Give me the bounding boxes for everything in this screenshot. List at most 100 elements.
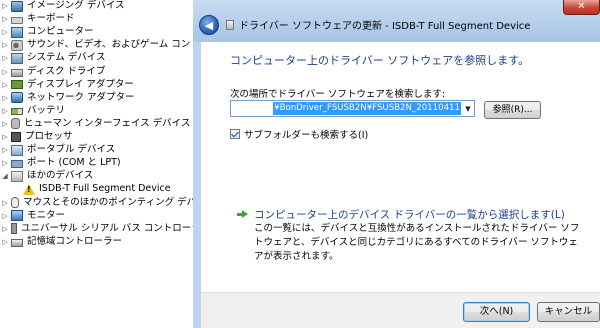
expand-toggle-icon[interactable]: ▷ xyxy=(1,12,9,26)
other-devices-icon xyxy=(11,170,23,182)
tree-item-label: モニター xyxy=(27,209,66,221)
tree-item[interactable]: ▷ ディスプレイ アダプター xyxy=(0,78,134,92)
tree-item-label: ユニバーサル シリアル バス コントローラー xyxy=(21,222,193,234)
expand-toggle-icon[interactable]: ▷ xyxy=(1,78,9,92)
expand-toggle-icon[interactable]: ▷ xyxy=(1,91,9,105)
tree-item[interactable]: ▷ マウスとそのほかのポインティング デバイス xyxy=(0,196,193,210)
network-adapter-icon xyxy=(11,92,23,104)
tree-item[interactable]: ▷ コンピューター xyxy=(0,25,94,39)
pick-from-list-option[interactable]: コンピューター上のデバイス ドライバーの一覧から選択します(L) xyxy=(237,207,565,222)
expand-toggle-icon[interactable]: ▷ xyxy=(1,25,9,39)
device-icon xyxy=(226,20,234,30)
tree-item[interactable]: ▷ システム デバイス xyxy=(0,51,105,65)
system-device-icon xyxy=(11,52,23,64)
tree-item[interactable]: ▷ モニター xyxy=(0,209,65,223)
tree-item-label: ほかのデバイス xyxy=(27,170,94,182)
expand-toggle-icon[interactable]: ▷ xyxy=(1,104,9,118)
path-input-value: ¥BonDriver_FSUSB2N¥FSUSB2N_20110411 xyxy=(273,102,461,115)
storage-controller-icon xyxy=(11,238,23,247)
tree-item-label: ネットワーク アダプター xyxy=(27,91,135,103)
monitor-icon xyxy=(11,210,23,222)
expand-toggle-icon[interactable]: ▷ xyxy=(1,51,9,65)
mouse-icon xyxy=(11,197,19,208)
tree-item[interactable]: ▷ プロセッサ xyxy=(0,130,73,144)
tree-item-label: ポータブル デバイス xyxy=(27,144,116,156)
tree-item-label: イメージング デバイス xyxy=(27,0,125,11)
expand-toggle-icon[interactable]: ▷ xyxy=(1,209,9,223)
tree-item[interactable]: ▷ バッテリ xyxy=(0,104,65,118)
subfolder-option[interactable]: サブフォルダーも検索する(I) xyxy=(230,127,368,141)
next-button[interactable]: 次へ(N) xyxy=(463,302,530,322)
tree-item-label: プロセッサ xyxy=(25,131,73,142)
tree-item[interactable]: ▷ ヒューマン インターフェイス デバイス xyxy=(0,117,190,131)
green-arrow-icon xyxy=(237,209,248,220)
battery-icon xyxy=(11,108,23,116)
expand-toggle-icon[interactable]: ▷ xyxy=(1,117,9,131)
tree-item[interactable]: ◢ ほかのデバイス xyxy=(0,169,93,183)
port-icon xyxy=(11,160,23,169)
tree-item-label: ディスク ドライブ xyxy=(27,65,106,77)
display-adapter-icon xyxy=(11,80,23,90)
dialog-titlebar: ◀ ドライバー ソフトウェアの更新 - ISDB-T Full Segment … xyxy=(193,0,600,42)
tree-item-label: サウンド、ビデオ、およびゲーム コントローラー xyxy=(27,39,193,51)
tree-item-label: ポート (COM と LPT) xyxy=(27,157,121,169)
usb-icon xyxy=(11,223,17,235)
dialog-title: ドライバー ソフトウェアの更新 - ISDB-T Full Segment De… xyxy=(239,21,531,32)
tree-item-label: ヒューマン インターフェイス デバイス xyxy=(24,117,191,129)
tree-item[interactable]: ▷ ユニバーサル シリアル バス コントローラー xyxy=(0,222,193,236)
expand-toggle-icon[interactable]: ▷ xyxy=(1,130,9,144)
expand-toggle-icon[interactable]: ▷ xyxy=(1,196,9,210)
subfolder-checkbox[interactable] xyxy=(230,129,240,139)
tree-item[interactable]: ▷ ポート (COM と LPT) xyxy=(0,156,121,170)
pick-from-list-description: この一覧には、デバイスと互換性があるインストールされたドライバー ソフトウェアと… xyxy=(254,223,580,262)
tree-item[interactable]: ▷ キーボード xyxy=(0,12,75,26)
expand-toggle-icon[interactable]: ▷ xyxy=(1,143,9,157)
processor-icon xyxy=(11,132,21,142)
update-driver-dialog: ◀ ドライバー ソフトウェアの更新 - ISDB-T Full Segment … xyxy=(193,0,600,328)
warning-icon xyxy=(23,183,35,195)
tree-item[interactable]: ISDB-T Full Segment Device xyxy=(0,182,171,196)
page-heading: コンピューター上のドライバー ソフトウェアを参照します。 xyxy=(230,54,530,67)
path-combobox[interactable]: ¥BonDriver_FSUSB2N¥FSUSB2N_20110411 ▼ xyxy=(230,100,475,117)
keyboard-icon xyxy=(11,16,23,24)
disk-drive-icon xyxy=(11,68,23,77)
expand-toggle-icon[interactable]: ▷ xyxy=(1,156,9,170)
tree-item-label: システム デバイス xyxy=(27,52,106,64)
expand-toggle-icon[interactable]: ◢ xyxy=(1,169,9,183)
close-button[interactable]: ✕ xyxy=(563,0,600,15)
chevron-down-icon[interactable]: ▼ xyxy=(462,101,474,116)
back-arrow-icon[interactable]: ◀ xyxy=(199,15,219,35)
tree-item[interactable]: ▷ 記憶域コントローラー xyxy=(0,235,122,249)
cancel-button[interactable]: キャンセル xyxy=(537,302,600,322)
dialog-content: コンピューター上のドライバー ソフトウェアを参照します。 次の場所でドライバー … xyxy=(201,42,600,292)
expand-toggle-icon[interactable]: ▷ xyxy=(1,235,9,249)
tree-item-label: キーボード xyxy=(27,13,75,25)
dialog-footer: 次へ(N) キャンセル xyxy=(201,292,600,328)
device-manager-tree: ▷ イメージング デバイス ▷ キーボード ▷ コンピューター ▷ サウンド、ビデオ、およびゲ… xyxy=(0,0,193,328)
expand-toggle-icon[interactable]: ▷ xyxy=(1,222,9,236)
speaker-icon xyxy=(11,39,23,51)
expand-toggle-icon[interactable]: ▷ xyxy=(1,65,9,79)
computer-icon xyxy=(11,26,23,38)
tree-item-label: 記憶域コントローラー xyxy=(27,235,123,247)
browse-button[interactable]: 参照(R)... xyxy=(484,101,541,119)
tree-item[interactable]: ▷ サウンド、ビデオ、およびゲーム コントローラー xyxy=(0,38,193,52)
pick-from-list-link[interactable]: コンピューター上のデバイス ドライバーの一覧から選択します(L) xyxy=(254,207,565,222)
subfolder-label: サブフォルダーも検索する(I) xyxy=(244,130,369,141)
camera-icon xyxy=(11,0,23,12)
tree-item[interactable]: ▷ ディスク ドライブ xyxy=(0,65,105,79)
path-input[interactable]: ¥BonDriver_FSUSB2N¥FSUSB2N_20110411 xyxy=(232,102,461,115)
hid-icon xyxy=(11,118,20,130)
tree-item-label: ISDB-T Full Segment Device xyxy=(39,183,171,195)
portable-device-icon xyxy=(11,144,23,156)
search-location-label: 次の場所でドライバー ソフトウェアを検索します: xyxy=(230,89,446,100)
tree-item-label: コンピューター xyxy=(27,26,94,38)
expand-toggle-icon[interactable]: ▷ xyxy=(1,38,9,52)
tree-item-label: バッテリ xyxy=(27,104,66,116)
tree-item[interactable]: ▷ イメージング デバイス xyxy=(0,0,125,13)
expand-toggle-icon[interactable]: ▷ xyxy=(1,0,9,13)
tree-item-label: マウスとそのほかのポインティング デバイス xyxy=(23,196,193,208)
tree-item[interactable]: ▷ ネットワーク アダプター xyxy=(0,91,135,105)
tree-item[interactable]: ▷ ポータブル デバイス xyxy=(0,143,115,157)
